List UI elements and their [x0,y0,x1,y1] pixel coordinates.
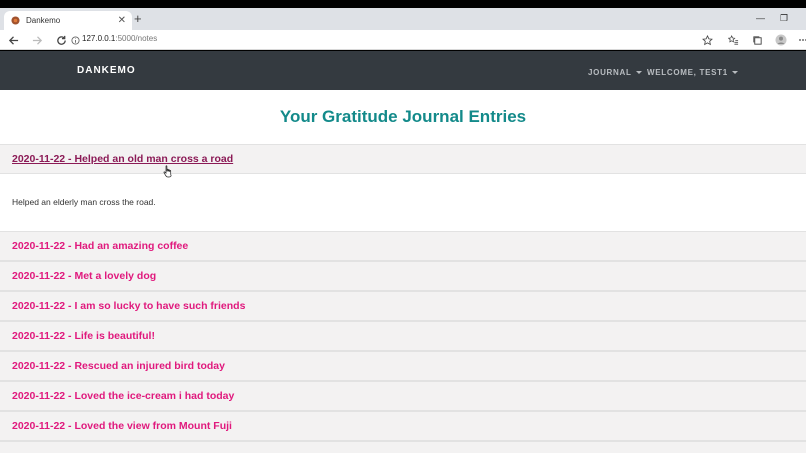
entry-title[interactable]: 2020-11-22 - Had an amazing coffee [12,240,188,252]
entry-body-text: Helped an elderly man cross the road. [12,197,156,207]
entry-row[interactable] [0,441,806,453]
hand-cursor-icon [163,165,173,183]
journal-dropdown[interactable]: JOURNAL [588,68,642,77]
chevron-down-icon [731,71,738,75]
welcome-label: WELCOME, TEST1 [647,68,728,77]
chevron-down-icon [635,71,642,75]
back-icon[interactable] [6,33,20,47]
favorites-icon[interactable] [726,33,740,47]
bookmark-star-icon[interactable] [700,33,714,47]
browser-toolbar: 127.0.0.1:5000/notes [0,30,806,50]
journal-label: JOURNAL [588,68,632,77]
entry-row[interactable]: 2020-11-22 - I am so lucky to have such … [0,291,806,321]
collections-icon[interactable] [750,33,764,47]
close-tab-icon[interactable]: ✕ [118,15,126,26]
entry-title[interactable]: 2020-11-22 - Loved the ice-cream i had t… [12,390,234,402]
reload-icon[interactable] [54,33,68,47]
browser-tab[interactable]: Dankemo ✕ [4,11,132,30]
site-navbar: DANKEMO JOURNAL WELCOME, TEST1 [0,51,806,90]
entry-row[interactable]: 2020-11-22 - Helped an old man cross a r… [0,144,806,174]
entry-row[interactable]: 2020-11-22 - Rescued an injured bird tod… [0,351,806,381]
profile-avatar[interactable] [774,33,788,47]
browser-tabbar: Dankemo ✕ + — ❐ [0,8,806,30]
restore-icon[interactable]: ❐ [780,13,788,24]
welcome-dropdown[interactable]: WELCOME, TEST1 [647,68,738,77]
tab-title: Dankemo [26,16,61,25]
url-path: :5000/notes [115,34,158,43]
url-host: 127.0.0.1 [82,34,116,43]
main-content: Your Gratitude Journal Entries 2020-11-2… [0,90,806,453]
favicon-icon [10,16,20,26]
entry-row[interactable]: 2020-11-22 - Had an amazing coffee [0,231,806,261]
page-title: Your Gratitude Journal Entries [279,107,527,126]
new-tab-icon[interactable]: + [134,12,142,25]
brand-logo[interactable]: DANKEMO [77,65,136,76]
address-bar[interactable]: 127.0.0.1:5000/notes [82,34,157,43]
minimize-icon[interactable]: — [756,13,765,23]
forward-icon[interactable] [30,33,44,47]
entry-title[interactable]: 2020-11-22 - Loved the view from Mount F… [12,420,232,432]
entry-row[interactable]: 2020-11-22 - Loved the ice-cream i had t… [0,381,806,411]
screen-top-border [0,0,806,8]
entry-title[interactable]: 2020-11-22 - Rescued an injured bird tod… [12,360,225,372]
entry-row[interactable]: 2020-11-22 - Life is beautiful! [0,321,806,351]
entry-row[interactable]: 2020-11-22 - Met a lovely dog [0,261,806,291]
entry-title[interactable]: 2020-11-22 - I am so lucky to have such … [12,300,245,312]
entry-title[interactable]: 2020-11-22 - Life is beautiful! [12,330,155,342]
site-info-icon[interactable] [68,33,82,47]
entry-row[interactable]: 2020-11-22 - Loved the view from Mount F… [0,411,806,441]
entry-body: Helped an elderly man cross the road. [0,174,806,232]
more-menu-icon[interactable] [796,33,806,47]
entry-title[interactable]: 2020-11-22 - Helped an old man cross a r… [12,153,233,165]
entry-title[interactable]: 2020-11-22 - Met a lovely dog [12,270,156,282]
